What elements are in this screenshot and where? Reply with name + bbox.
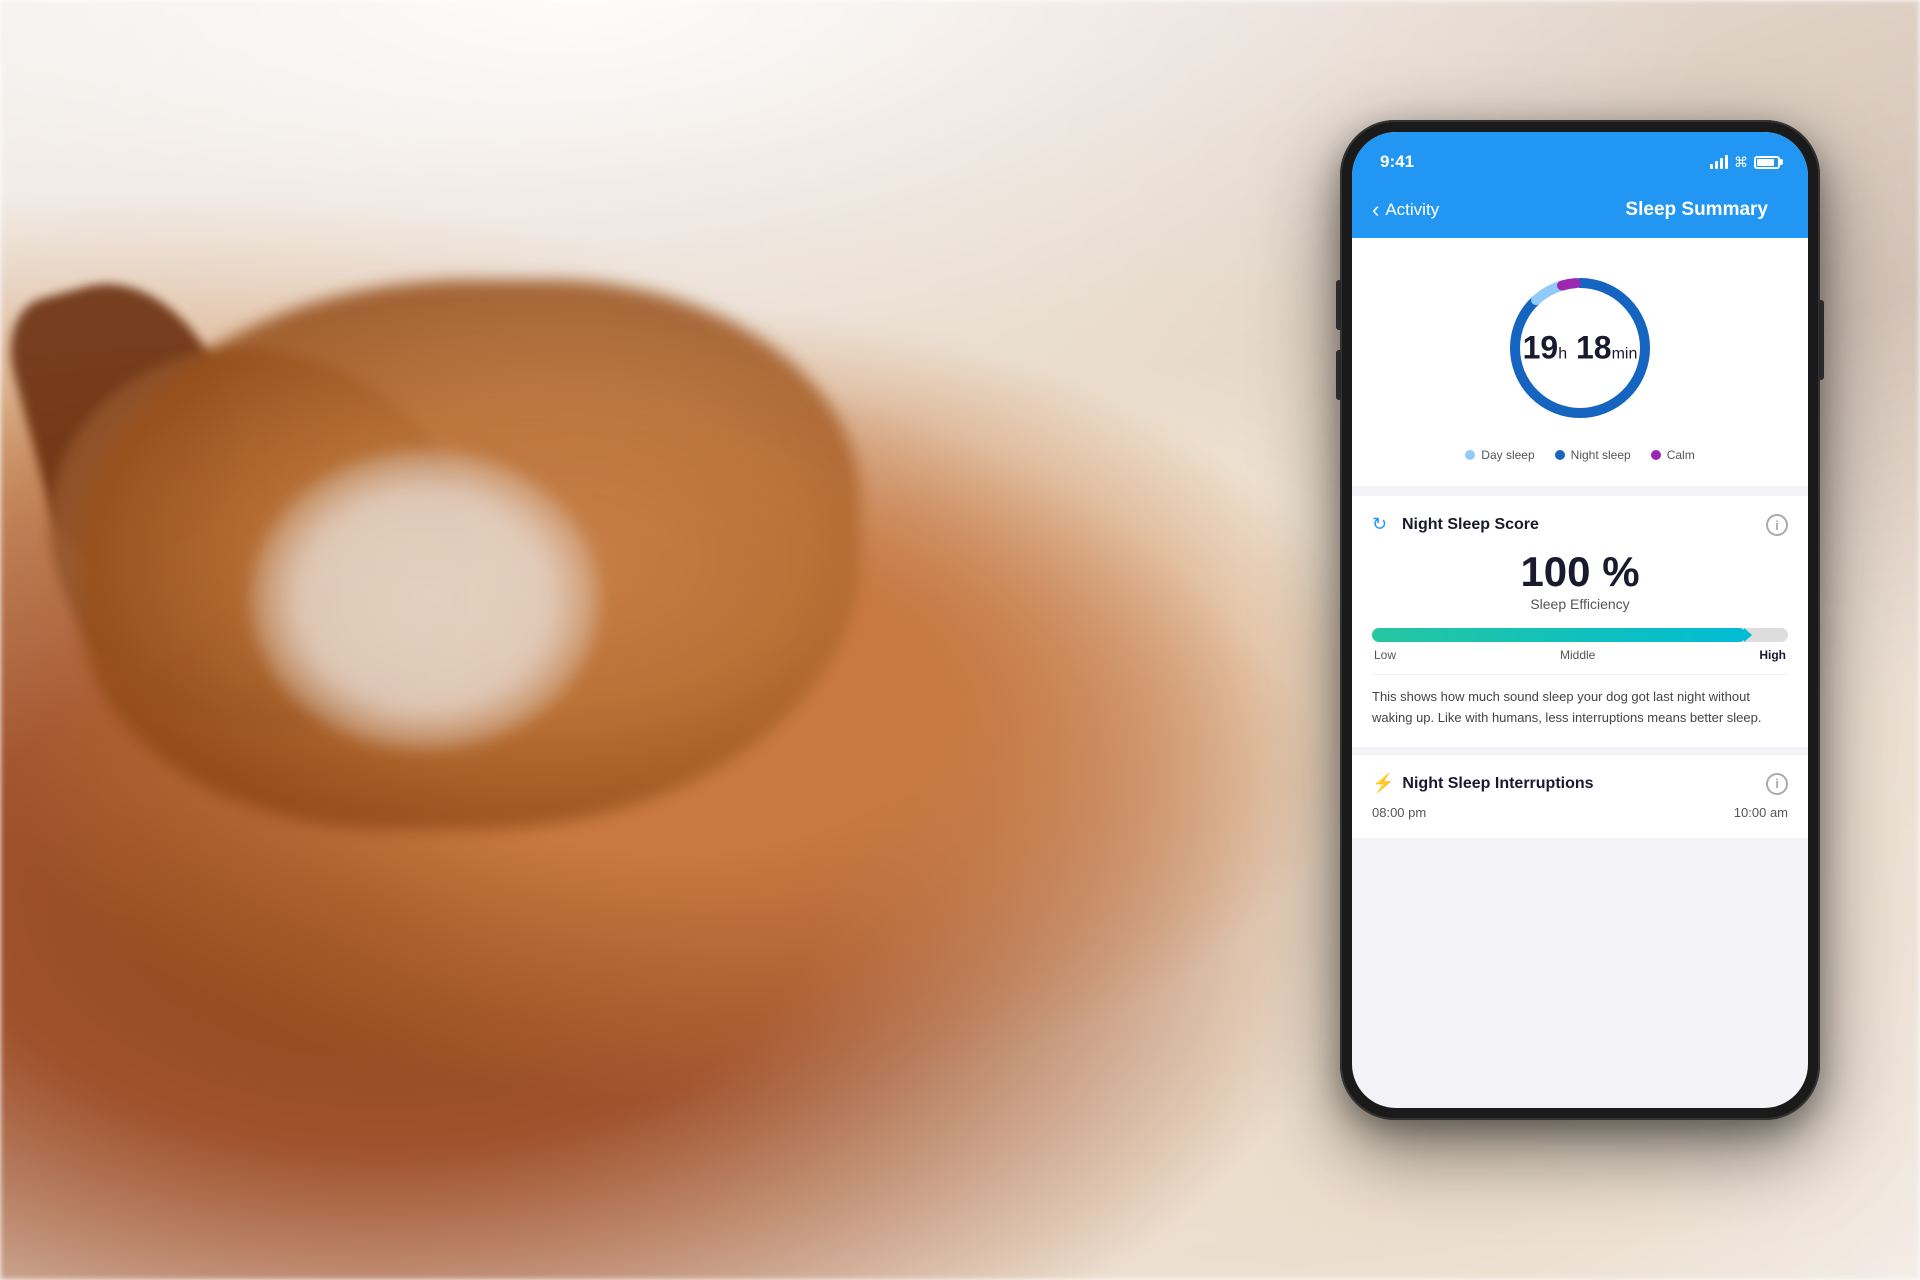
legend-item-calm: Calm (1651, 448, 1695, 462)
back-button[interactable]: ‹ Activity (1372, 199, 1439, 221)
legend-item-day: Day sleep (1465, 448, 1534, 462)
progress-low-label: Low (1374, 648, 1396, 662)
status-bar: 9:41 ⌘ (1352, 132, 1808, 182)
wifi-icon: ⌘ (1734, 154, 1748, 171)
progress-labels: Low Middle High (1372, 648, 1788, 662)
screen-content: 19h 18min Day sleep Night sleep (1352, 238, 1808, 838)
circle-time-display: 19h 18min (1523, 330, 1638, 367)
sleep-legend: Day sleep Night sleep Calm (1465, 448, 1694, 462)
info-icon[interactable]: i (1766, 514, 1788, 536)
status-time: 9:41 (1380, 152, 1414, 172)
minutes-label: min (1612, 346, 1638, 363)
interruptions-section: ⚡ Night Sleep Interruptions i 08:00 pm 1… (1352, 755, 1808, 838)
score-title: Night Sleep Score (1402, 516, 1539, 534)
score-subtitle: Sleep Efficiency (1372, 596, 1788, 612)
score-progress-bar: Low Middle High (1372, 628, 1788, 662)
phone-frame: 9:41 ⌘ ‹ Act (1340, 120, 1820, 1120)
score-header: ↻ Night Sleep Score i (1372, 514, 1788, 536)
day-sleep-label: Day sleep (1481, 448, 1534, 462)
sleep-hours: 19 (1523, 330, 1559, 366)
progress-indicator (1744, 628, 1752, 642)
sleep-circle-section: 19h 18min Day sleep Night sleep (1352, 238, 1808, 486)
calm-dot (1651, 450, 1661, 460)
day-sleep-dot (1465, 450, 1475, 460)
phone-device: 9:41 ⌘ ‹ Act (1340, 120, 1820, 1120)
bolt-icon: ⚡ (1372, 773, 1394, 794)
phone-screen: 9:41 ⌘ ‹ Act (1352, 132, 1808, 1108)
battery-icon (1754, 156, 1780, 169)
sleep-circle: 19h 18min (1500, 268, 1660, 428)
nav-bar: ‹ Activity Sleep Summary (1352, 182, 1808, 238)
interruptions-end-time: 10:00 am (1734, 805, 1788, 820)
hours-label: h (1558, 346, 1567, 363)
sleep-score-icon: ↻ (1372, 514, 1394, 536)
night-sleep-label: Night sleep (1571, 448, 1631, 462)
score-value: 100 % (1372, 548, 1788, 596)
sleep-minutes: 18 (1576, 330, 1612, 366)
progress-middle-label: Middle (1560, 648, 1595, 662)
dog-chest (250, 450, 600, 750)
page-title: Sleep Summary (1625, 199, 1768, 221)
night-sleep-score-section: ↻ Night Sleep Score i 100 % Sleep Effici… (1352, 496, 1808, 747)
interruptions-info-icon[interactable]: i (1766, 773, 1788, 795)
legend-item-night: Night sleep (1555, 448, 1631, 462)
interruptions-header: ⚡ Night Sleep Interruptions i (1372, 773, 1788, 795)
signal-icon (1710, 155, 1728, 169)
progress-high-label: High (1759, 648, 1786, 662)
interruptions-title-row: ⚡ Night Sleep Interruptions (1372, 773, 1594, 794)
night-sleep-dot (1555, 450, 1565, 460)
calm-label: Calm (1667, 448, 1695, 462)
chevron-left-icon: ‹ (1372, 199, 1379, 221)
interruptions-times: 08:00 pm 10:00 am (1372, 805, 1788, 820)
progress-track (1372, 628, 1788, 642)
score-description: This shows how much sound sleep your dog… (1372, 674, 1788, 729)
interruptions-start-time: 08:00 pm (1372, 805, 1426, 820)
status-icons: ⌘ (1710, 154, 1780, 171)
score-title-row: ↻ Night Sleep Score (1372, 514, 1539, 536)
back-label: Activity (1385, 200, 1439, 220)
interruptions-title: Night Sleep Interruptions (1402, 775, 1593, 793)
progress-fill (1372, 628, 1746, 642)
